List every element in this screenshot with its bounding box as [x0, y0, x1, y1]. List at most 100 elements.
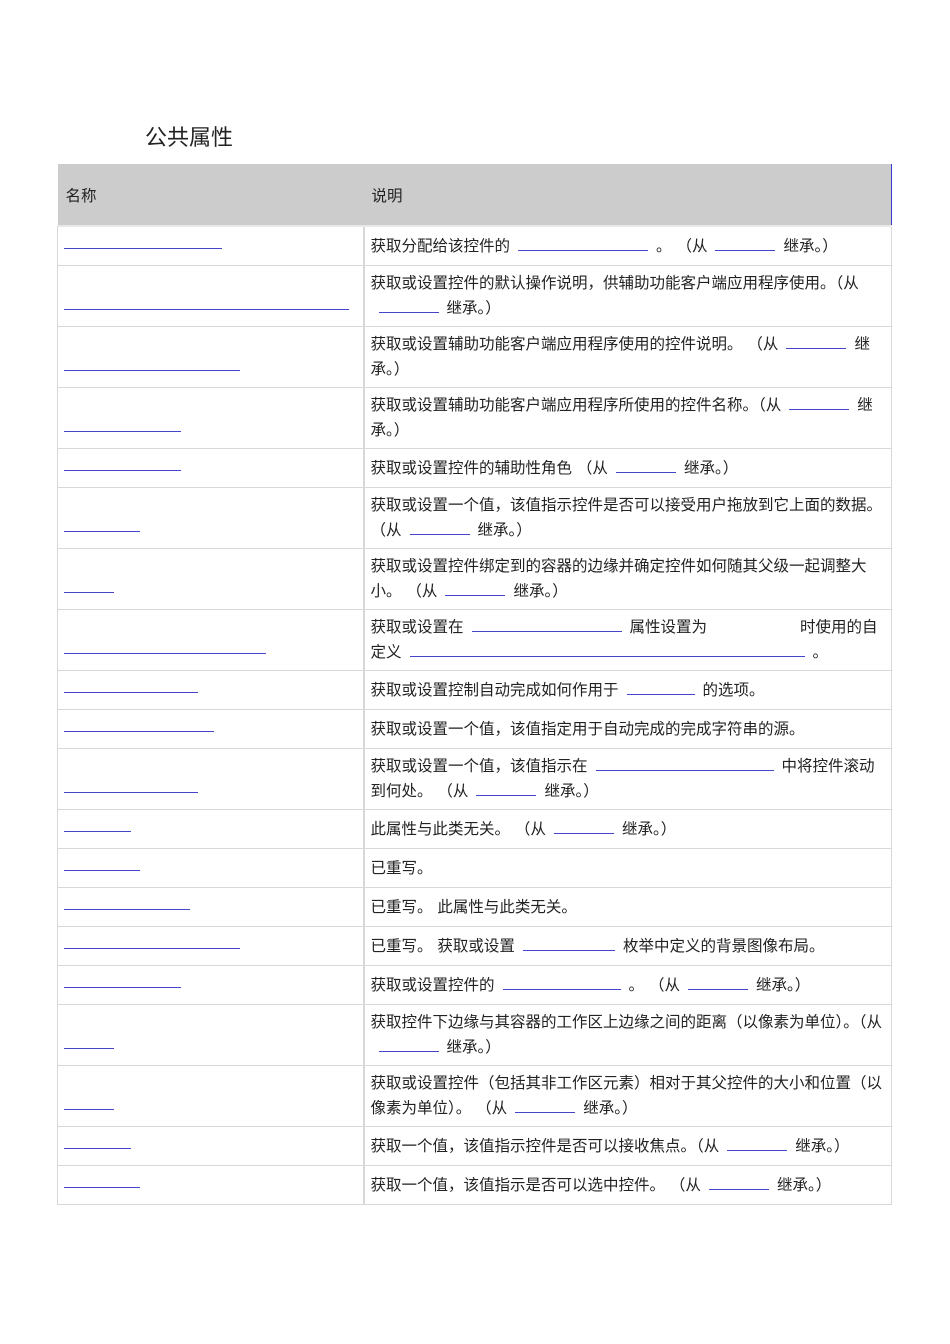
table-row: 获取或设置在 属性设置为 时使用的自定义。: [57, 609, 892, 671]
description-text: 获取或设置控制自动完成如何作用于: [370, 680, 619, 699]
name-cell: [57, 387, 364, 449]
reference-link[interactable]: [595, 769, 774, 771]
name-cell: [57, 1126, 364, 1166]
description-cell: 获取或设置控件绑定到的容器的边缘并确定控件如何随其父级一起调整大小。 （从 继承。…: [362, 548, 892, 610]
description-cell: 获取或设置一个值，该值指示控件是否可以接受用户拖放到它上面的数据。 （从 继承。）: [362, 487, 892, 549]
name-cell: [57, 887, 364, 927]
table-row: 获取或设置一个值，该值指定用于自动完成的完成字符串的源。: [57, 709, 892, 749]
reference-link[interactable]: [471, 630, 622, 632]
reference-link[interactable]: [502, 988, 621, 990]
reference-link[interactable]: [378, 311, 439, 313]
reference-link[interactable]: [687, 988, 748, 990]
description-text: 。 （从: [656, 236, 708, 255]
description-cell: 获取或设置控制自动完成如何作用于 的选项。: [362, 670, 892, 710]
table-row: 获取一个值，该值指示是否可以选中控件。 （从 继承。）: [57, 1165, 892, 1205]
reference-link[interactable]: [626, 693, 695, 695]
description-text: 继承。）: [776, 1175, 832, 1194]
property-link[interactable]: [64, 1187, 140, 1188]
description-cell: 已重写。 获取或设置 枚举中定义的背景图像布局。: [362, 926, 892, 966]
description-text: 继承。）: [783, 236, 838, 255]
description-text: 已重写。: [370, 858, 433, 877]
table-row: 已重写。 此属性与此类无关。: [57, 887, 892, 927]
description-cell: 获取或设置在 属性设置为 时使用的自定义。: [362, 609, 892, 671]
table-row: 获取一个值，该值指示控件是否可以接收焦点。（从 继承。）: [57, 1126, 892, 1166]
description-cell: 获取或设置一个值，该值指定用于自动完成的完成字符串的源。: [362, 709, 892, 749]
description-text: 获取或设置一个值，该值指定用于自动完成的完成字符串的源。: [370, 719, 805, 738]
property-link[interactable]: [64, 987, 181, 988]
table-row: 获取或设置一个值，该值指示在 中将控件滚动到何处。 （从 继承。）: [57, 748, 892, 810]
description-text: 继承。）: [446, 299, 501, 317]
description-text: 获取或设置在: [370, 618, 464, 636]
property-link[interactable]: [64, 831, 131, 832]
reference-link[interactable]: [409, 533, 470, 535]
description-cell: 获取一个值，该值指示是否可以选中控件。 （从 继承。）: [362, 1165, 892, 1205]
property-link[interactable]: [64, 653, 266, 654]
reference-link[interactable]: [786, 347, 847, 349]
property-link[interactable]: [64, 1109, 114, 1110]
table-row: 获取分配给该控件的 。 （从 继承。）: [57, 225, 892, 266]
property-link[interactable]: [64, 1048, 114, 1049]
description-text: 获取或设置控件的辅助性角色 （从: [370, 458, 608, 477]
reference-link[interactable]: [615, 471, 676, 473]
description-text: 继承。）: [755, 975, 811, 994]
description-text: 继承。）: [513, 582, 568, 600]
name-cell: [57, 548, 364, 610]
table-row: 已重写。 获取或设置 枚举中定义的背景图像布局。: [57, 926, 892, 966]
property-link[interactable]: [64, 692, 198, 693]
reference-link[interactable]: [715, 249, 776, 251]
reference-link[interactable]: [553, 832, 614, 834]
description-text: 已重写。 获取或设置: [370, 936, 515, 955]
reference-link[interactable]: [515, 1111, 576, 1113]
reference-link[interactable]: [789, 408, 850, 410]
name-cell: [57, 225, 364, 266]
name-cell: [57, 748, 364, 810]
description-cell: 已重写。 此属性与此类无关。: [362, 887, 892, 927]
property-link[interactable]: [64, 792, 198, 793]
property-link[interactable]: [64, 948, 240, 949]
description-cell: 获取或设置一个值，该值指示在 中将控件滚动到何处。 （从 继承。）: [362, 748, 892, 810]
reference-link[interactable]: [378, 1050, 439, 1052]
table-row: 获取或设置辅助功能客户端应用程序所使用的控件名称。（从 继承。）: [57, 387, 892, 449]
table-row: 获取或设置控件的辅助性角色 （从 继承。）: [57, 448, 892, 488]
reference-link[interactable]: [708, 1188, 769, 1190]
reference-link[interactable]: [727, 1149, 788, 1151]
description-cell: 已重写。: [362, 848, 892, 888]
property-link[interactable]: [64, 1148, 131, 1149]
description-text: 继承。）: [795, 1136, 850, 1155]
description-text: 已重写。 此属性与此类无关。: [370, 897, 577, 916]
property-link[interactable]: [64, 909, 190, 910]
property-link[interactable]: [64, 431, 181, 432]
reference-link[interactable]: [445, 594, 506, 596]
reference-link[interactable]: [518, 249, 649, 251]
name-cell: [57, 265, 364, 327]
description-text: 此属性与此类无关。 （从: [370, 819, 546, 838]
description-text: 的选项。: [702, 680, 765, 699]
property-link[interactable]: [64, 370, 240, 371]
table-row: 获取或设置控件绑定到的容器的边缘并确定控件如何随其父级一起调整大小。 （从 继承。…: [57, 548, 892, 610]
property-link[interactable]: [64, 592, 114, 593]
name-cell: [57, 848, 364, 888]
property-link[interactable]: [64, 731, 214, 732]
description-cell: 获取控件下边缘与其容器的工作区上边缘之间的距离（以像素为单位）。（从继承。）: [362, 1004, 892, 1066]
property-link[interactable]: [64, 309, 349, 310]
reference-link[interactable]: [476, 794, 537, 796]
description-text: 继承。）: [446, 1038, 501, 1056]
property-link[interactable]: [64, 470, 181, 471]
name-cell: [57, 670, 364, 710]
reference-link[interactable]: [409, 655, 805, 657]
description-text: 获取或设置控件的: [370, 975, 495, 994]
description-cell: 获取或设置辅助功能客户端应用程序使用的控件说明。 （从 继承。）: [362, 326, 892, 388]
reference-link[interactable]: [522, 949, 615, 951]
description-text: 继承。）: [583, 1099, 638, 1117]
property-link[interactable]: [64, 870, 140, 871]
property-link[interactable]: [64, 248, 222, 249]
description-text: 获取一个值，该值指示控件是否可以接收焦点。（从: [370, 1136, 720, 1155]
description-cell: 获取或设置控件的 。 （从 继承。）: [362, 965, 892, 1005]
description-text: 获取一个值，该值指示是否可以选中控件。 （从: [370, 1175, 701, 1194]
description-text: 继承。）: [477, 521, 532, 539]
description-text: 继承。）: [683, 458, 739, 477]
property-link[interactable]: [64, 531, 140, 532]
description-text: 继承。）: [544, 782, 599, 800]
description-text: 获取或设置一个值，该值指示在: [370, 757, 588, 775]
name-cell: [57, 487, 364, 549]
